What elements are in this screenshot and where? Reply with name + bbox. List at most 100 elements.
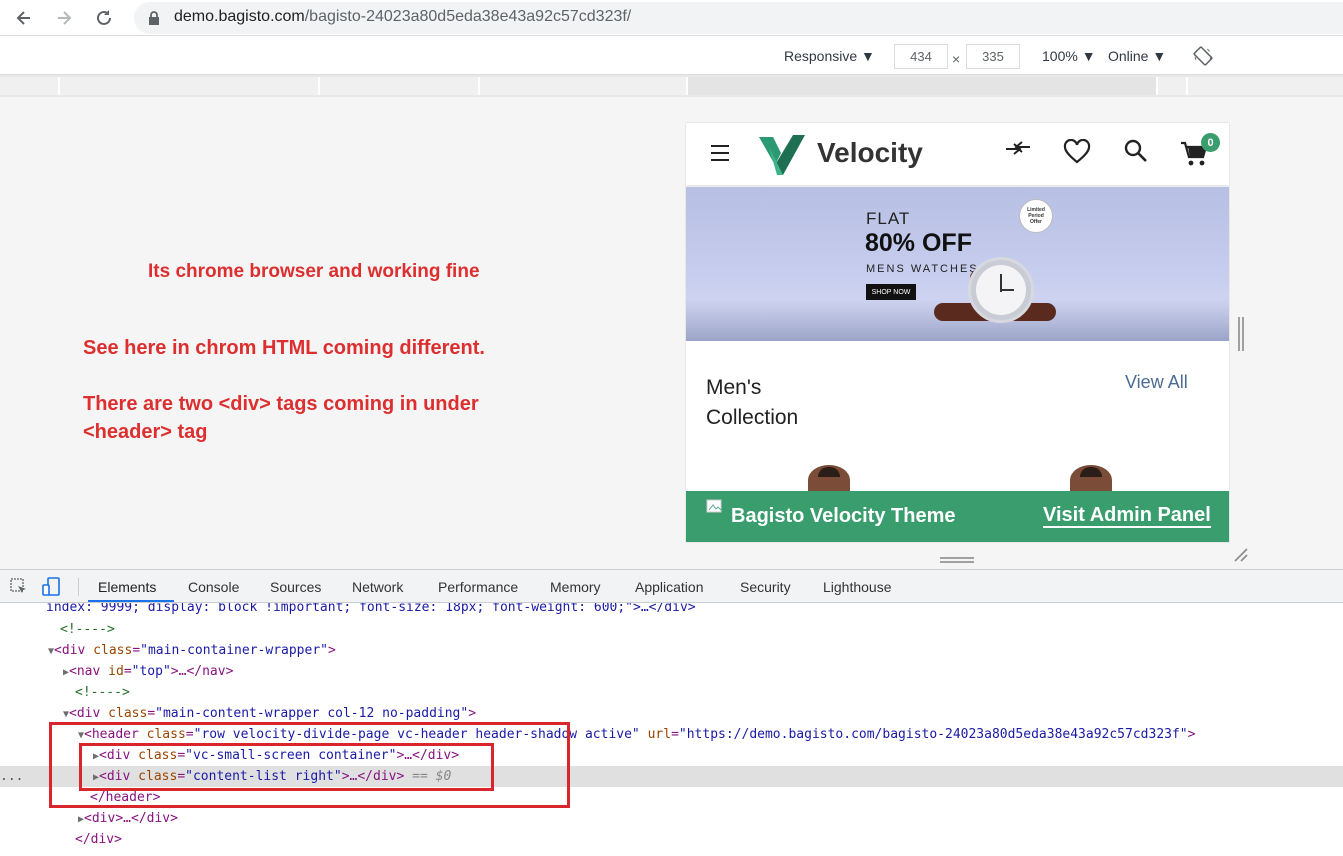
dom-node[interactable]: </div> [0,829,1343,850]
visit-admin-panel-link[interactable]: Visit Admin Panel [1043,504,1211,528]
dom-tag: <nav [69,664,109,679]
url-text: demo.bagisto.com/bagisto-24023a80d5eda38… [174,8,631,26]
dom-tag: <div>…</div> [84,811,178,826]
annotation-text: <header> tag [83,421,208,443]
dom-node[interactable]: index: 9999; display: block !important; … [0,603,1343,618]
annotation-highlight-box-inner [79,743,494,791]
device-select[interactable]: Responsive ▼ [784,48,875,64]
arrow-right-icon [58,11,72,25]
corner-resize-handle[interactable] [1233,547,1249,563]
view-all-link[interactable]: View All [1125,372,1188,393]
search-button[interactable] [1124,139,1148,163]
tab-application[interactable]: Application [635,579,704,595]
velocity-logo[interactable] [759,133,807,175]
banner-shop-now-button[interactable]: SHOP NOW [866,284,916,300]
media-query-bar [0,75,1343,97]
dom-node[interactable]: ▶<nav id="top">…</nav> [0,661,1343,682]
emulated-device-screen: Velocity 0 FLAT 80% OFF MENS WATCHES SHO… [686,123,1229,542]
tab-lighthouse[interactable]: Lighthouse [823,579,892,595]
tab-performance[interactable]: Performance [438,579,518,595]
back-button[interactable] [12,6,36,30]
zoom-select[interactable]: 100% ▼ [1042,48,1096,64]
reload-button[interactable] [92,6,116,30]
device-toolbar-toggle[interactable] [41,577,61,597]
emulated-viewport-area: Its chrome browser and working fine See … [0,97,1343,569]
collection-title-line: Collection [706,406,799,429]
media-query-segment[interactable] [318,77,478,95]
dom-comment: <!----> [60,622,115,637]
active-tab-indicator [88,600,174,602]
dom-tag-close: </div> [75,832,122,847]
dom-node[interactable]: ▶<div>…</div> [0,808,1343,829]
dom-tag: <div [54,643,94,658]
tab-console[interactable]: Console [188,579,239,595]
dom-attr-name: url [639,727,672,742]
forward-button[interactable] [52,6,76,30]
site-header: Velocity 0 [686,123,1229,185]
more-actions-ellipsis[interactable]: ... [0,766,23,787]
inspect-icon [10,578,26,593]
reload-icon [97,10,111,25]
dom-node[interactable]: ▼<div class="main-container-wrapper"> [0,640,1343,661]
limited-offer-badge: Limited Period Offer [1019,199,1053,233]
rotate-icon [1193,46,1213,66]
compare-button[interactable] [1004,139,1032,163]
tab-sources[interactable]: Sources [270,579,321,595]
collapsed-triangle-icon[interactable]: ▶ [0,667,69,678]
tab-memory[interactable]: Memory [550,579,601,595]
collapsed-triangle-icon[interactable]: ▶ [0,814,84,825]
mens-collection-section: Men's Collection View All [686,341,1229,493]
dom-attr-name: class [108,706,148,721]
bottom-resize-handle[interactable] [940,551,974,563]
dom-node[interactable]: <!----> [0,682,1343,703]
banner-product-text: MENS WATCHES [866,263,979,275]
resize-grip-icon [940,557,974,563]
rotate-button[interactable] [1193,46,1213,66]
tab-divider [78,578,79,596]
watch-image [968,257,1034,323]
dom-tag-end: > [468,706,477,721]
wishlist-button[interactable] [1063,138,1091,165]
dom-node-text: index: 9999; display: block !important; … [46,603,696,615]
dom-comment: <!----> [75,685,130,700]
tab-security[interactable]: Security [740,579,791,595]
media-query-segment[interactable] [686,77,1156,95]
dom-attr-value: "top" [131,664,171,679]
banner-flat-text: FLAT [866,209,911,228]
promo-banner[interactable]: FLAT 80% OFF MENS WATCHES SHOP NOW Limit… [686,187,1229,341]
dom-node[interactable]: <!----> [0,619,1343,640]
right-resize-handle[interactable] [1237,317,1245,351]
width-input[interactable]: 434 [894,44,948,69]
resize-grip-icon [1238,317,1244,351]
devtools-tab-bar: Elements Console Sources Network Perform… [0,570,1343,603]
network-throttle-select[interactable]: Online ▼ [1108,48,1166,64]
annotation-text: There are two <div> tags coming in under [83,393,479,415]
media-query-segment[interactable] [1186,77,1343,95]
tab-elements[interactable]: Elements [98,579,156,595]
annotation-text: See here in chrom HTML coming different. [83,337,485,359]
hamburger-menu-button[interactable] [710,143,730,163]
banner-offer-text: 80% OFF [865,229,972,257]
media-query-segment[interactable] [0,77,58,95]
expanded-triangle-icon[interactable]: ▼ [0,709,69,720]
cart-count-badge: 0 [1201,133,1220,152]
media-query-segment[interactable] [478,77,686,95]
url-path: /bagisto-24023a80d5eda38e43a92c57cd323f/ [304,8,632,25]
media-query-segment[interactable] [58,77,318,95]
height-input[interactable]: 335 [966,44,1020,69]
media-query-segment[interactable] [1156,77,1186,95]
lock-icon [149,11,159,25]
collection-title: Men's Collection [706,373,798,433]
compare-icon [1006,141,1030,155]
expanded-triangle-icon[interactable]: ▼ [0,646,54,657]
device-toolbar: Responsive ▼ 434 × 335 100% ▼ Online ▼ [0,36,1343,75]
dom-tag-end: > [1187,727,1196,742]
inspect-element-button[interactable] [10,578,28,596]
corner-resize-icon [1234,548,1248,562]
dom-tag-end: >…</nav> [170,664,234,679]
velocity-logo-icon [759,135,805,175]
dom-node[interactable]: ▼<div class="main-content-wrapper col-12… [0,703,1343,724]
url-field[interactable]: demo.bagisto.com/bagisto-24023a80d5eda38… [134,2,1343,34]
tab-network[interactable]: Network [352,579,403,595]
dom-attr-value: "https://demo.bagisto.com/bagisto-24023a… [678,727,1188,742]
